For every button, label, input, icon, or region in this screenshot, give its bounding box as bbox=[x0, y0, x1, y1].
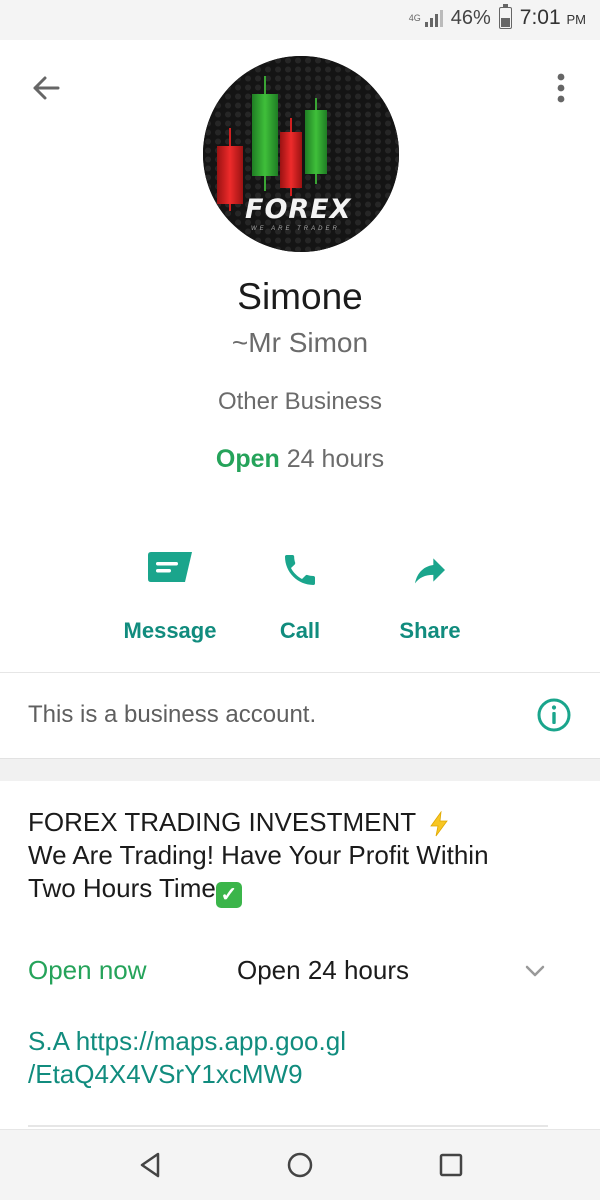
description-line-2: We Are Trading! Have Your Profit Within bbox=[28, 840, 489, 870]
phone-icon bbox=[285, 555, 315, 585]
open-now-status: Open now bbox=[28, 955, 147, 985]
more-vertical-icon bbox=[557, 73, 565, 103]
home-nav-icon[interactable] bbox=[285, 1150, 315, 1180]
contact-pushname: ~Mr Simon bbox=[231, 327, 369, 358]
info-icon[interactable] bbox=[536, 697, 572, 733]
open-status: Open bbox=[215, 445, 280, 473]
open-hours-text: Open 24 hours bbox=[237, 955, 410, 985]
arrow-left-icon bbox=[33, 76, 60, 100]
check-mark-icon: ✓ bbox=[215, 882, 242, 908]
overflow-menu-button[interactable] bbox=[546, 70, 576, 106]
address-line-2: /EtaQ4X4VSrY1xcMW9 bbox=[28, 1059, 303, 1089]
business-category: Other Business bbox=[217, 388, 383, 415]
business-hours-summary: Open 24 hours bbox=[0, 445, 600, 474]
section-gap bbox=[0, 758, 600, 781]
chevron-down-icon[interactable] bbox=[522, 958, 548, 984]
signal-icon bbox=[424, 9, 443, 27]
clock: 7:01 PM bbox=[519, 6, 586, 29]
divider bbox=[28, 1125, 548, 1127]
address-line-1: S.A https://maps.app.goo.gl bbox=[28, 1026, 346, 1056]
hours-text: 24 hours bbox=[286, 445, 385, 473]
description-line-1: FOREX TRADING INVESTMENT bbox=[28, 807, 416, 837]
network-type: 4G bbox=[408, 12, 421, 23]
business-account-text: This is a business account. bbox=[28, 701, 317, 728]
business-description: FOREX TRADING INVESTMENT We Are Trading!… bbox=[28, 806, 568, 908]
battery-percent: 46% bbox=[450, 6, 491, 29]
share-label: Share bbox=[399, 618, 461, 643]
share-icon bbox=[415, 558, 445, 584]
share-action[interactable]: Share bbox=[350, 546, 510, 644]
lightning-icon bbox=[430, 811, 448, 837]
back-button[interactable] bbox=[28, 70, 64, 106]
recents-nav-icon[interactable] bbox=[436, 1150, 466, 1180]
profile-avatar[interactable]: FOREX WE ARE TRADER bbox=[203, 56, 399, 252]
battery-icon bbox=[498, 4, 512, 29]
avatar-logo-text: FOREX bbox=[245, 194, 352, 225]
avatar-tagline: WE ARE TRADER bbox=[251, 226, 340, 232]
back-nav-icon[interactable] bbox=[136, 1150, 166, 1180]
status-bar: 4G 46% 7:01 PM bbox=[0, 0, 600, 40]
contact-name: Simone bbox=[237, 276, 363, 317]
navigation-bar bbox=[0, 1129, 600, 1200]
address-link[interactable]: S.A https://maps.app.goo.gl /EtaQ4X4VSrY… bbox=[28, 1025, 346, 1091]
message-icon bbox=[148, 552, 192, 582]
description-line-3: Two Hours Time bbox=[28, 873, 216, 903]
business-account-notice[interactable]: This is a business account. bbox=[0, 673, 600, 759]
